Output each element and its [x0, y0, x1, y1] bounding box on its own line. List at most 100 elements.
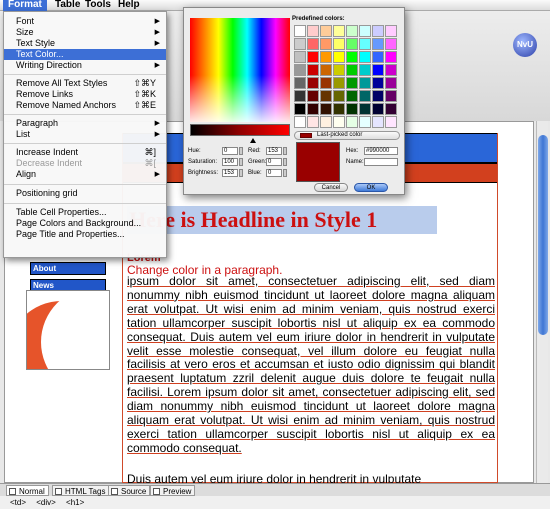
- palette-swatch[interactable]: [320, 103, 332, 115]
- menu-item-positioning-grid[interactable]: Positioning grid: [4, 188, 166, 199]
- menu-format[interactable]: Format: [3, 0, 47, 11]
- palette-swatch[interactable]: [346, 77, 358, 89]
- palette-swatch[interactable]: [320, 64, 332, 76]
- menu-item-size[interactable]: Size ▶: [4, 27, 166, 38]
- tab-normal[interactable]: Normal: [6, 485, 49, 496]
- brightness-slider[interactable]: [190, 124, 290, 136]
- menu-item-increase-indent[interactable]: Increase Indent ⌘]: [4, 147, 166, 158]
- palette-swatch[interactable]: [307, 116, 319, 128]
- vertical-scrollbar[interactable]: [536, 121, 548, 483]
- palette-swatch[interactable]: [359, 64, 371, 76]
- menu-item-align[interactable]: Align ▶: [4, 169, 166, 180]
- brightness-field[interactable]: 153: [222, 169, 238, 177]
- headline-selected[interactable]: Here is Headline in Style 1: [127, 206, 437, 234]
- palette-swatch[interactable]: [359, 38, 371, 50]
- palette-swatch[interactable]: [372, 38, 384, 50]
- palette-swatch[interactable]: [333, 64, 345, 76]
- red-field[interactable]: 153: [266, 147, 282, 155]
- palette-swatch[interactable]: [346, 116, 358, 128]
- palette-swatch[interactable]: [359, 25, 371, 37]
- menu-item-remove-links[interactable]: Remove Links ⇧⌘K: [4, 89, 166, 100]
- predefined-color-grid[interactable]: [294, 25, 402, 129]
- palette-swatch[interactable]: [385, 64, 397, 76]
- blue-stepper[interactable]: [283, 169, 287, 177]
- palette-swatch[interactable]: [307, 90, 319, 102]
- palette-swatch[interactable]: [385, 90, 397, 102]
- palette-swatch[interactable]: [294, 38, 306, 50]
- tab-html-tags[interactable]: HTML Tags: [52, 485, 110, 496]
- menu-item-paragraph[interactable]: Paragraph ▶: [4, 118, 166, 129]
- palette-swatch[interactable]: [333, 103, 345, 115]
- saturation-stepper[interactable]: [239, 158, 243, 166]
- tab-preview[interactable]: Preview: [150, 485, 196, 496]
- palette-swatch[interactable]: [372, 64, 384, 76]
- last-picked-color-button[interactable]: Last-picked color: [294, 131, 400, 140]
- ok-button[interactable]: OK: [354, 183, 388, 192]
- menu-help[interactable]: Help: [113, 0, 145, 11]
- palette-swatch[interactable]: [320, 38, 332, 50]
- palette-swatch[interactable]: [307, 38, 319, 50]
- green-stepper[interactable]: [283, 158, 287, 166]
- menu-item-page-colors[interactable]: Page Colors and Background...: [4, 218, 166, 229]
- menu-item-text-color[interactable]: Text Color...: [4, 49, 166, 60]
- palette-swatch[interactable]: [385, 103, 397, 115]
- palette-swatch[interactable]: [346, 25, 358, 37]
- red-stepper[interactable]: [283, 147, 287, 155]
- palette-swatch[interactable]: [294, 51, 306, 63]
- palette-swatch[interactable]: [385, 38, 397, 50]
- menu-item-font[interactable]: Font ▶: [4, 16, 166, 27]
- brightness-stepper[interactable]: [239, 169, 243, 177]
- palette-swatch[interactable]: [333, 25, 345, 37]
- palette-swatch[interactable]: [294, 64, 306, 76]
- palette-swatch[interactable]: [307, 77, 319, 89]
- palette-swatch[interactable]: [294, 90, 306, 102]
- tab-source[interactable]: Source: [108, 485, 151, 496]
- palette-swatch[interactable]: [320, 90, 332, 102]
- green-field[interactable]: 0: [266, 158, 282, 166]
- palette-swatch[interactable]: [333, 77, 345, 89]
- palette-swatch[interactable]: [333, 51, 345, 63]
- menu-item-writing-direction[interactable]: Writing Direction ▶: [4, 60, 166, 71]
- tag-path-bar[interactable]: <td> <div> <h1>: [0, 496, 550, 509]
- palette-swatch[interactable]: [372, 25, 384, 37]
- palette-swatch[interactable]: [359, 77, 371, 89]
- palette-swatch[interactable]: [333, 38, 345, 50]
- palette-swatch[interactable]: [372, 90, 384, 102]
- palette-swatch[interactable]: [320, 25, 332, 37]
- color-spectrum[interactable]: [190, 18, 290, 122]
- palette-swatch[interactable]: [359, 51, 371, 63]
- palette-swatch[interactable]: [346, 51, 358, 63]
- menu-item-text-style[interactable]: Text Style ▶: [4, 38, 166, 49]
- palette-swatch[interactable]: [359, 116, 371, 128]
- palette-swatch[interactable]: [307, 25, 319, 37]
- menu-item-remove-named-anchors[interactable]: Remove Named Anchors ⇧⌘E: [4, 100, 166, 111]
- palette-swatch[interactable]: [307, 103, 319, 115]
- menu-item-page-title-properties[interactable]: Page Title and Properties...: [4, 229, 166, 240]
- palette-swatch[interactable]: [333, 116, 345, 128]
- palette-swatch[interactable]: [346, 38, 358, 50]
- brightness-marker-icon[interactable]: [250, 138, 256, 143]
- palette-swatch[interactable]: [346, 103, 358, 115]
- palette-swatch[interactable]: [320, 51, 332, 63]
- palette-swatch[interactable]: [346, 90, 358, 102]
- palette-swatch[interactable]: [385, 116, 397, 128]
- blue-field[interactable]: 0: [266, 169, 282, 177]
- palette-swatch[interactable]: [333, 90, 345, 102]
- palette-swatch[interactable]: [385, 25, 397, 37]
- hue-stepper[interactable]: [239, 147, 243, 155]
- palette-swatch[interactable]: [320, 116, 332, 128]
- palette-swatch[interactable]: [385, 51, 397, 63]
- palette-swatch[interactable]: [372, 116, 384, 128]
- nav-link-about[interactable]: About: [30, 262, 106, 275]
- palette-swatch[interactable]: [294, 77, 306, 89]
- palette-swatch[interactable]: [372, 77, 384, 89]
- menu-item-remove-all-text-styles[interactable]: Remove All Text Styles ⇧⌘Y: [4, 78, 166, 89]
- cancel-button[interactable]: Cancel: [314, 183, 348, 192]
- palette-swatch[interactable]: [320, 77, 332, 89]
- palette-swatch[interactable]: [372, 51, 384, 63]
- palette-swatch[interactable]: [307, 51, 319, 63]
- palette-swatch[interactable]: [359, 90, 371, 102]
- palette-swatch[interactable]: [346, 64, 358, 76]
- name-field[interactable]: [364, 158, 398, 166]
- palette-swatch[interactable]: [359, 103, 371, 115]
